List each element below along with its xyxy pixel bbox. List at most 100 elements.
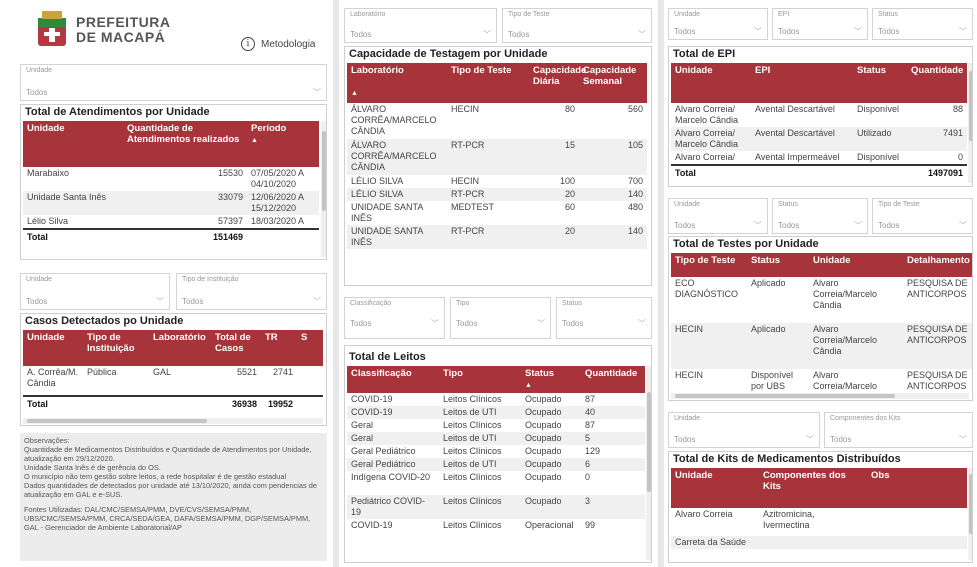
slicer-value: Todos <box>878 27 900 36</box>
vertical-scrollbar[interactable] <box>646 366 651 560</box>
col-header[interactable]: Unidade <box>809 253 903 277</box>
tipo-teste-slicer[interactable]: Tipo de Teste Todos ﹀ <box>502 8 652 43</box>
col-header-laboratorio[interactable]: Laboratório ▲ <box>347 63 447 103</box>
chevron-down-icon[interactable]: ﹀ <box>959 26 967 37</box>
col-header-unidade[interactable]: Unidade <box>23 121 123 167</box>
cell: Leitos Clínicos <box>443 472 502 482</box>
col-header[interactable]: Tipo de Teste <box>671 253 747 277</box>
cell: Ocupado <box>521 458 581 471</box>
col-header[interactable]: S <box>297 330 323 366</box>
table-total-row: Total 1497091 <box>671 164 967 180</box>
kits-tile: Total de Kits de Medicamentos Distribuíd… <box>668 451 973 563</box>
col-header[interactable]: EPI <box>751 63 853 103</box>
col-header[interactable]: Obs <box>867 468 967 508</box>
status-slicer-testes[interactable]: Status Todos ﹀ <box>772 198 868 234</box>
cell: PESQUISA DE ANTICORPOS <box>907 370 968 391</box>
col-header-status[interactable]: Status ▲ <box>521 366 581 393</box>
slicer-value: Todos <box>562 319 584 328</box>
col-header[interactable]: Classificação <box>347 366 439 393</box>
col-header[interactable]: Unidade <box>23 330 83 366</box>
unidade-slicer-epi[interactable]: Unidade Todos ﹀ <box>668 8 768 40</box>
col-header-label: Quantidade de Atendimentos realizados <box>127 123 240 145</box>
slicer-label: Unidade <box>674 11 701 18</box>
chevron-down-icon[interactable]: ﹀ <box>854 26 862 37</box>
status-slicer[interactable]: Status Todos ﹀ <box>556 297 652 339</box>
unidade-slicer-kits[interactable]: Unidade Todos ﹀ <box>668 412 820 448</box>
chevron-down-icon[interactable]: ﹀ <box>854 220 862 231</box>
unidade-slicer[interactable]: Unidade Todos ﹀ <box>20 64 327 101</box>
col-header[interactable]: Tipo de Teste <box>447 63 529 103</box>
tipo-teste-slicer-2[interactable]: Tipo de Teste Todos ﹀ <box>872 198 973 234</box>
col-header[interactable]: Status <box>747 253 809 277</box>
col-header[interactable]: Detalhamento <box>903 253 972 277</box>
chevron-down-icon[interactable]: ﹀ <box>156 296 164 307</box>
unidade-slicer-testes[interactable]: Unidade Todos ﹀ <box>668 198 768 234</box>
col-header[interactable]: Quantidade <box>581 366 645 393</box>
status-slicer-epi[interactable]: Status Todos ﹀ <box>872 8 973 40</box>
cell: Alvaro Correia/ Marcelo Cândia <box>675 104 739 125</box>
slicer-value: Todos <box>674 221 696 230</box>
col-header[interactable]: Status <box>853 63 907 103</box>
unidade-slicer-2[interactable]: Unidade Todos ﹀ <box>20 273 170 310</box>
cell: Alvaro Correia/Marcelo Cândia <box>809 323 903 369</box>
column-left: PREFEITURA DE MACAPÁ i Metodologia Unida… <box>0 0 333 567</box>
slicer-value: Todos <box>778 27 800 36</box>
chevron-down-icon[interactable]: ﹀ <box>806 434 814 445</box>
col-header-periodo[interactable]: Período ▲ <box>247 121 319 167</box>
table-row: LÉLIO SILVA HECIN 100 700 <box>347 175 647 188</box>
chevron-down-icon[interactable]: ﹀ <box>959 434 967 445</box>
laboratorio-slicer[interactable]: Laboratório Todos ﹀ <box>344 8 497 43</box>
chevron-down-icon[interactable]: ﹀ <box>959 220 967 231</box>
vertical-scrollbar[interactable] <box>968 468 972 560</box>
col-header[interactable]: Quantidade <box>907 63 967 103</box>
horizontal-scrollbar[interactable] <box>671 393 969 399</box>
slicer-value: Todos <box>350 30 372 39</box>
cell <box>751 164 853 180</box>
componentes-kits-slicer[interactable]: Componentes dos Kits Todos ﹀ <box>824 412 973 448</box>
tipo-instituicao-slicer[interactable]: Tipo de Instituição Todos ﹀ <box>176 273 327 310</box>
cell: 57397 <box>217 216 243 226</box>
chevron-down-icon[interactable]: ﹀ <box>754 26 762 37</box>
tile-title: Total de Atendimentos por Unidade <box>25 106 210 118</box>
cell: Leitos Clínicos <box>439 495 521 519</box>
classificacao-slicer[interactable]: Classificação Todos ﹀ <box>344 297 445 339</box>
chevron-down-icon[interactable]: ﹀ <box>638 29 646 40</box>
col-header[interactable]: Tipo <box>439 366 521 393</box>
epi-slicer[interactable]: EPI Todos ﹀ <box>772 8 868 40</box>
tipo-slicer[interactable]: Tipo Todos ﹀ <box>450 297 551 339</box>
metodologia-link[interactable]: i Metodologia <box>241 36 315 52</box>
cell: 0 <box>957 152 963 162</box>
slicer-label: Status <box>562 300 582 307</box>
table-row: Geral Pediátrico Leitos Clínicos Ocupado 12… <box>347 445 645 458</box>
chevron-down-icon[interactable]: ﹀ <box>313 296 321 307</box>
cell: Aplicado <box>747 323 809 369</box>
cell: Total <box>23 395 83 411</box>
col-header[interactable]: Unidade <box>671 63 751 103</box>
col-header[interactable]: Tipo de Instituição <box>83 330 149 366</box>
col-header[interactable]: Capacidade Semanal <box>579 63 647 103</box>
cell: Pública <box>87 367 117 377</box>
chevron-down-icon[interactable]: ﹀ <box>537 318 545 329</box>
chevron-down-icon[interactable]: ﹀ <box>431 318 439 329</box>
col-header[interactable]: Total de Casos <box>211 330 261 366</box>
col-header[interactable]: Unidade <box>671 468 759 508</box>
sort-ascending-icon: ▲ <box>251 137 258 144</box>
chevron-down-icon[interactable]: ﹀ <box>483 29 491 40</box>
horizontal-scrollbar[interactable] <box>23 418 323 424</box>
chevron-down-icon[interactable]: ﹀ <box>754 220 762 231</box>
cell: Alvaro Correia <box>675 509 733 519</box>
note-line: Unidade Santa Inês é de gerência do OS. <box>24 463 161 472</box>
col-header[interactable]: Componentes dos Kits <box>759 468 867 508</box>
vertical-scrollbar[interactable] <box>968 63 972 183</box>
vertical-scrollbar[interactable] <box>321 121 326 257</box>
chevron-down-icon[interactable]: ﹀ <box>638 318 646 329</box>
cell: 99 <box>585 520 596 530</box>
col-header[interactable]: Laboratório <box>149 330 211 366</box>
cell: 3 <box>581 495 645 519</box>
chevron-down-icon[interactable]: ﹀ <box>313 87 321 98</box>
col-header[interactable]: Capacidade Diária <box>529 63 586 103</box>
column-middle: Laboratório Todos ﹀ Tipo de Teste Todos … <box>339 0 658 567</box>
col-header-quantidade[interactable]: Quantidade de Atendimentos realizados <box>123 121 247 167</box>
slicer-label: Tipo de Teste <box>878 201 920 208</box>
col-header[interactable]: TR <box>261 330 297 366</box>
